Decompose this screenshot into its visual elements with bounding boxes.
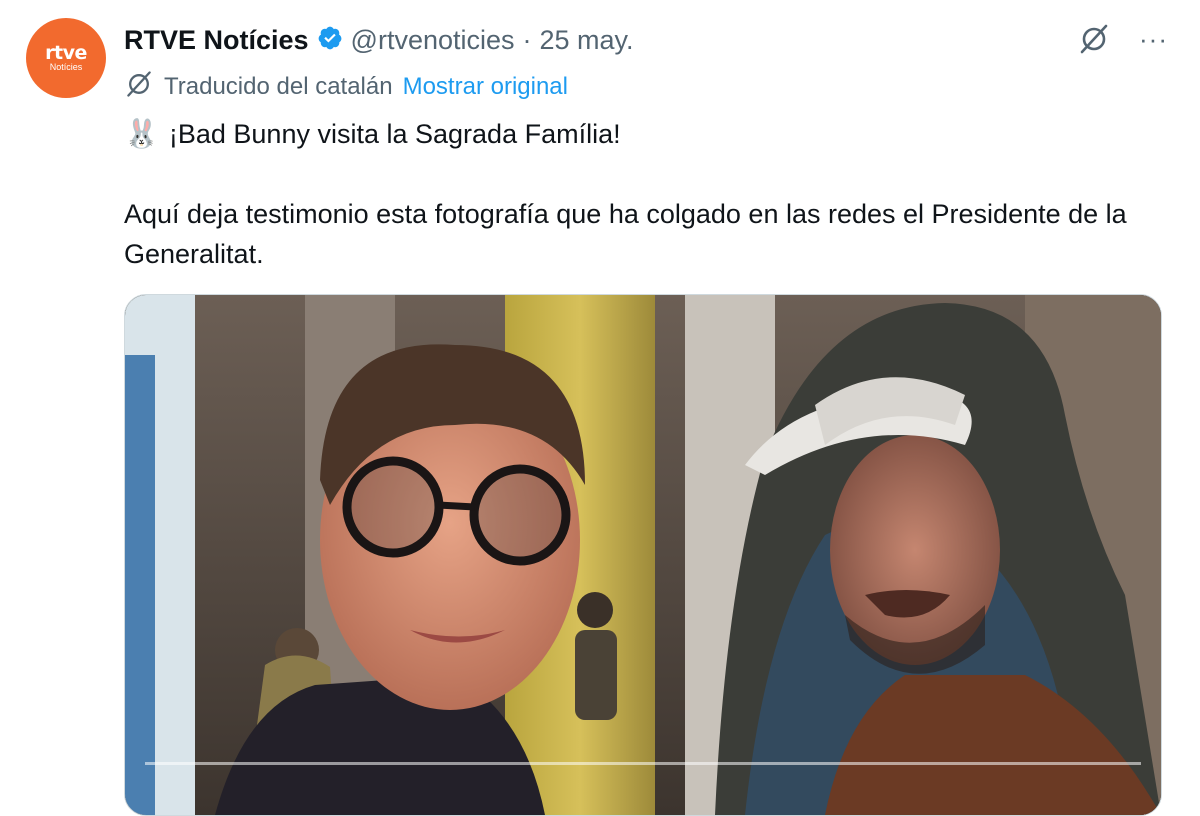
show-original-link[interactable]: Mostrar original bbox=[403, 73, 568, 101]
avatar-logo-text: rtve bbox=[45, 41, 87, 64]
grok-icon[interactable] bbox=[1077, 22, 1111, 56]
verified-badge-icon bbox=[317, 25, 343, 56]
tweet-text-paragraph: Aquí deja testimonio esta fotografía que… bbox=[124, 199, 1127, 269]
rabbit-emoji-icon: 🐰 bbox=[124, 118, 159, 149]
translate-icon bbox=[124, 69, 154, 106]
separator-dot: · bbox=[522, 24, 532, 55]
tweet-header: RTVE Notícies @rtvenoticies · 25 may. bbox=[124, 20, 634, 60]
avatar-logo-sub: Notícies bbox=[49, 61, 83, 72]
tweet-date[interactable]: 25 may. bbox=[540, 25, 634, 56]
more-icon[interactable]: ··· bbox=[1139, 26, 1168, 52]
author-name[interactable]: RTVE Notícies bbox=[124, 25, 309, 56]
translation-notice: Traducido del catalán Mostrar original bbox=[124, 70, 568, 104]
tweet-text-line1: ¡Bad Bunny visita la Sagrada Família! bbox=[168, 119, 621, 149]
tweet-text: 🐰 ¡Bad Bunny visita la Sagrada Família! … bbox=[124, 114, 1144, 274]
tweet-media-video[interactable] bbox=[124, 294, 1162, 816]
tweet-actions-top: ··· bbox=[1077, 22, 1168, 56]
avatar[interactable]: rtve Notícies bbox=[26, 18, 106, 98]
video-frame bbox=[125, 295, 1161, 815]
author-handle[interactable]: @rtvenoticies bbox=[351, 25, 515, 56]
translated-from-label: Traducido del catalán bbox=[164, 73, 393, 100]
video-progress-bar[interactable] bbox=[145, 762, 1141, 765]
